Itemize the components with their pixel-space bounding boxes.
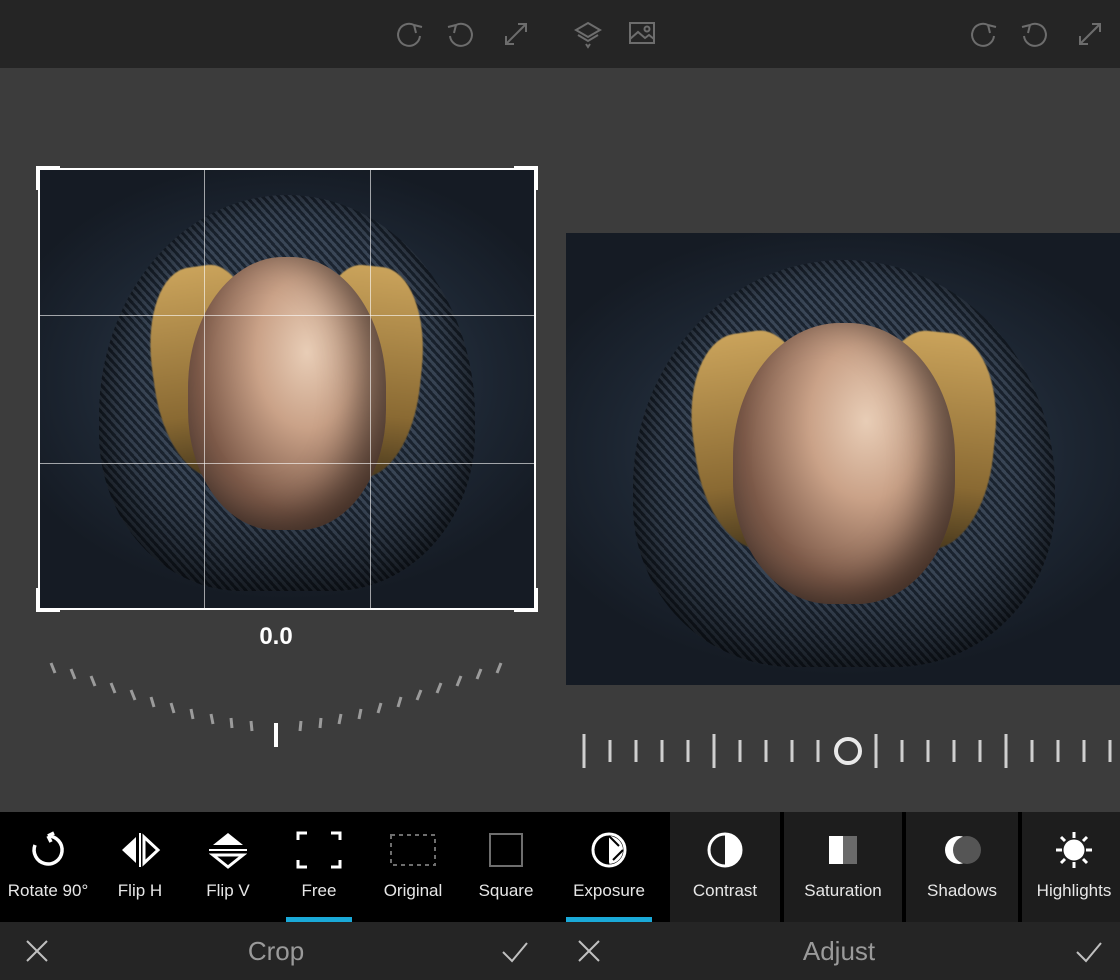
tool-label: Flip H xyxy=(118,881,162,901)
apply-button[interactable] xyxy=(1052,931,1120,971)
exposure-icon xyxy=(589,829,629,871)
top-toolbar-left xyxy=(0,0,552,68)
tool-label: Shadows xyxy=(927,881,997,901)
mode-title: Adjust xyxy=(626,936,1052,967)
highlights-icon xyxy=(1054,829,1094,871)
saturation-icon xyxy=(825,829,861,871)
crop-handle-br[interactable] xyxy=(514,588,538,612)
exposure-button[interactable]: Exposure xyxy=(552,812,666,922)
contrast-button[interactable]: Contrast xyxy=(670,812,780,922)
fullscreen-icon[interactable] xyxy=(498,16,534,52)
slider-thumb[interactable] xyxy=(836,739,860,763)
adjust-canvas[interactable] xyxy=(552,68,1120,812)
tool-label: Exposure xyxy=(573,881,645,901)
shadows-icon xyxy=(942,829,982,871)
tool-label: Saturation xyxy=(804,881,882,901)
crop-screen: 0.0 xyxy=(0,0,552,980)
crop-canvas[interactable]: 0.0 xyxy=(0,68,552,812)
saturation-button[interactable]: Saturation xyxy=(784,812,902,922)
mode-bar-right: Adjust xyxy=(552,922,1120,980)
aspect-square-button[interactable]: Square xyxy=(460,812,552,922)
tool-label: Rotate 90° xyxy=(8,881,89,901)
crop-border xyxy=(38,168,536,610)
tool-label: Free xyxy=(302,881,337,901)
straighten-value: 0.0 xyxy=(259,623,292,651)
rotate-90-button[interactable]: Rotate 90° xyxy=(0,812,96,922)
crop-handle-tr[interactable] xyxy=(514,166,538,190)
photo xyxy=(566,233,1120,685)
original-aspect-icon xyxy=(388,829,438,871)
top-toolbar-right xyxy=(552,0,1120,68)
adjust-toolbar: Exposure Contrast Saturation Shadows Hig… xyxy=(552,812,1120,922)
contrast-icon xyxy=(705,829,745,871)
crop-toolbar: Rotate 90° Flip H Flip V Free Original S… xyxy=(0,812,552,922)
flip-h-button[interactable]: Flip H xyxy=(96,812,184,922)
aspect-free-button[interactable]: Free xyxy=(272,812,366,922)
square-aspect-icon xyxy=(486,829,526,871)
tool-label: Original xyxy=(384,881,443,901)
crop-handle-tl[interactable] xyxy=(36,166,60,190)
rotate-icon xyxy=(28,829,68,871)
undo-icon[interactable] xyxy=(390,16,426,52)
mode-title: Crop xyxy=(74,936,478,967)
flip-v-icon xyxy=(209,829,247,871)
adjust-slider[interactable] xyxy=(570,726,1120,786)
crop-frame[interactable] xyxy=(38,168,536,610)
tool-label: Square xyxy=(479,881,534,901)
undo-icon[interactable] xyxy=(964,16,1000,52)
shadows-button[interactable]: Shadows xyxy=(906,812,1018,922)
image-icon[interactable] xyxy=(624,16,660,52)
aspect-original-button[interactable]: Original xyxy=(366,812,460,922)
straighten-dial[interactable]: 0.0 xyxy=(0,623,552,755)
mode-bar-left: Crop xyxy=(0,922,552,980)
tool-label: Contrast xyxy=(693,881,757,901)
fullscreen-icon[interactable] xyxy=(1072,16,1108,52)
tool-label: Highlights xyxy=(1037,881,1112,901)
apply-button[interactable] xyxy=(478,931,552,971)
adjust-screen: Exposure Contrast Saturation Shadows Hig… xyxy=(552,0,1120,980)
cancel-button[interactable] xyxy=(552,931,626,971)
tool-label: Flip V xyxy=(206,881,249,901)
redo-icon[interactable] xyxy=(444,16,480,52)
cancel-button[interactable] xyxy=(0,931,74,971)
flip-v-button[interactable]: Flip V xyxy=(184,812,272,922)
redo-icon[interactable] xyxy=(1018,16,1054,52)
highlights-button[interactable]: Highlights xyxy=(1022,812,1120,922)
layers-icon[interactable] xyxy=(570,16,606,52)
flip-h-icon xyxy=(118,829,162,871)
portrait-image xyxy=(566,233,1120,685)
crop-handle-bl[interactable] xyxy=(36,588,60,612)
free-aspect-icon xyxy=(295,829,343,871)
